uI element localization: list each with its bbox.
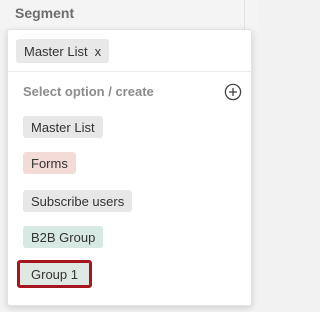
- option-label: Subscribe users: [31, 193, 125, 209]
- chip-remove-button[interactable]: x: [95, 44, 102, 59]
- option-b2b-group[interactable]: B2B Group: [23, 226, 104, 248]
- segment-dropdown: Master List x Select option / create Mas…: [7, 29, 252, 306]
- segment-header: Segment: [0, 0, 259, 30]
- option-label: Forms: [31, 155, 68, 171]
- option-label: Group 1: [31, 266, 78, 282]
- option-forms[interactable]: Forms: [23, 152, 76, 174]
- dropdown-separator: [8, 71, 251, 72]
- option-master-list[interactable]: Master List: [23, 116, 103, 138]
- select-option-label: Select option / create: [23, 84, 154, 99]
- segment-label: Segment: [15, 5, 75, 21]
- option-label: Master List: [31, 119, 95, 135]
- option-label: B2B Group: [31, 229, 96, 245]
- option-group-1[interactable]: Group 1: [17, 260, 92, 288]
- selected-chip-label: Master List: [24, 43, 88, 59]
- plus-circle-icon[interactable]: [224, 83, 242, 101]
- selected-chip-master-list: Master List x: [16, 39, 110, 63]
- option-subscribe-users[interactable]: Subscribe users: [23, 190, 133, 212]
- header-divider: [244, 0, 245, 30]
